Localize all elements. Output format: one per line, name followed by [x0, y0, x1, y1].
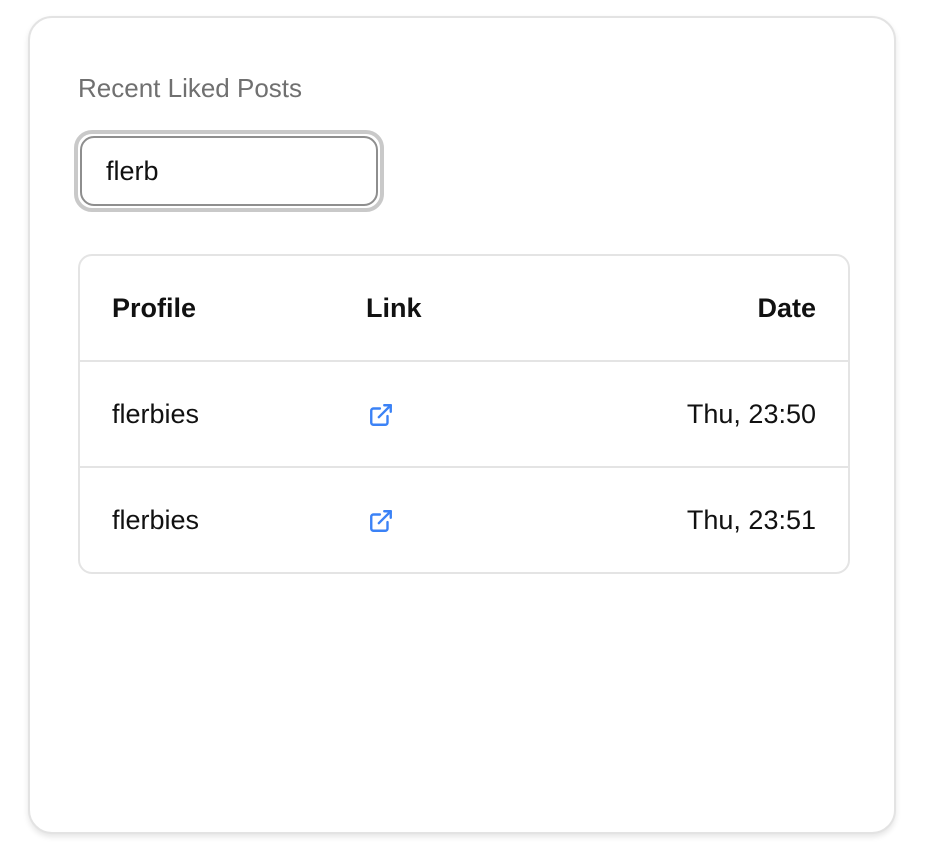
column-header-profile[interactable]: Profile [112, 256, 196, 360]
table-header-row: Profile Link Date [80, 256, 848, 360]
search-focus-ring [74, 130, 384, 212]
external-link-icon[interactable] [368, 508, 394, 534]
column-header-link[interactable]: Link [366, 256, 422, 360]
search-input[interactable] [80, 136, 378, 206]
profile-cell: flerbies [112, 399, 200, 429]
profile-cell: flerbies [112, 505, 200, 535]
date-cell: Thu, 23:50 [686, 399, 816, 429]
table-row: flerbies Thu, 23:51 [80, 468, 848, 572]
column-header-date[interactable]: Date [757, 256, 816, 360]
liked-posts-card: Recent Liked Posts Profile Link Date fle… [28, 16, 896, 834]
table-row: flerbies Thu, 23:50 [80, 362, 848, 466]
liked-posts-table: Profile Link Date flerbies Thu, 23:50 fl… [78, 254, 850, 574]
date-cell: Thu, 23:51 [686, 505, 816, 535]
external-link-icon[interactable] [368, 402, 394, 428]
card-title: Recent Liked Posts [78, 73, 303, 103]
